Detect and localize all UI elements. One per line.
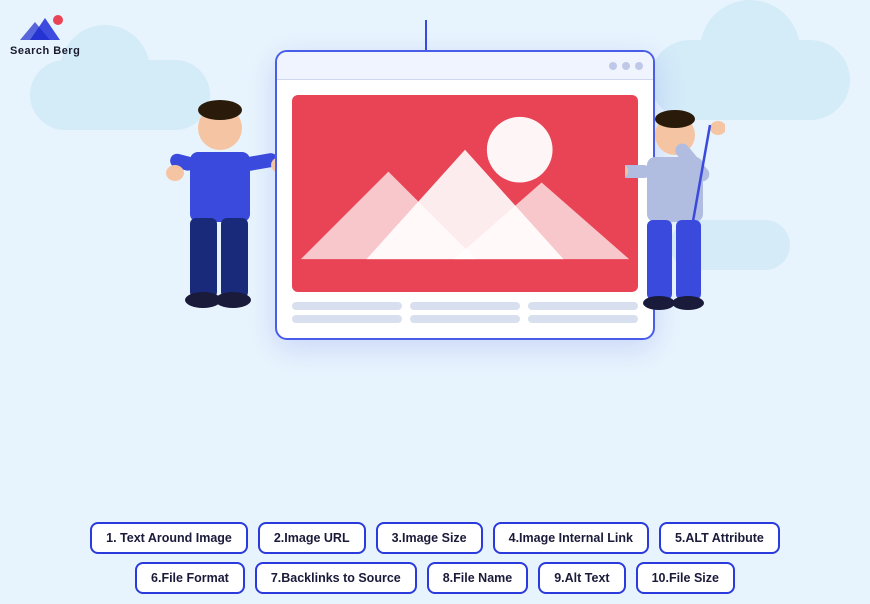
tag-10: 10.File Size: [636, 562, 735, 594]
text-line-1: [292, 302, 402, 310]
image-svg: [292, 95, 638, 292]
tag-6: 6.File Format: [135, 562, 245, 594]
text-line-4: [292, 315, 402, 323]
text-line-2: [410, 302, 520, 310]
tag-3: 3.Image Size: [376, 522, 483, 554]
person-left: [165, 100, 275, 330]
logo: Search Berg: [10, 10, 80, 57]
tags-row-1: 1. Text Around Image 2.Image URL 3.Image…: [15, 522, 855, 554]
browser-header: [277, 52, 653, 80]
tag-5: 5.ALT Attribute: [659, 522, 780, 554]
browser-dot-2: [622, 62, 630, 70]
browser-content: [277, 80, 653, 338]
browser-dot-1: [609, 62, 617, 70]
text-line-group-1: [292, 302, 638, 310]
tag-9: 9.Alt Text: [538, 562, 625, 594]
logo-text: Search Berg: [10, 45, 80, 57]
logo-icon: [20, 10, 70, 45]
tag-2: 2.Image URL: [258, 522, 366, 554]
image-placeholder: [292, 95, 638, 292]
browser-window: [275, 50, 655, 340]
tag-4: 4.Image Internal Link: [493, 522, 649, 554]
person-left-svg: [165, 100, 275, 330]
tags-container: 1. Text Around Image 2.Image URL 3.Image…: [0, 522, 870, 594]
browser-dot-3: [635, 62, 643, 70]
tags-row-2: 6.File Format 7.Backlinks to Source 8.Fi…: [15, 562, 855, 594]
text-line-3: [528, 302, 638, 310]
text-line-5: [410, 315, 520, 323]
tag-1: 1. Text Around Image: [90, 522, 248, 554]
person-right-svg: [625, 110, 725, 330]
text-line-group-2: [292, 315, 638, 323]
tag-8: 8.File Name: [427, 562, 528, 594]
illustration-area: [135, 20, 735, 420]
person-right: [625, 110, 725, 330]
text-line-6: [528, 315, 638, 323]
tag-7: 7.Backlinks to Source: [255, 562, 417, 594]
browser-text-lines: [292, 302, 638, 323]
